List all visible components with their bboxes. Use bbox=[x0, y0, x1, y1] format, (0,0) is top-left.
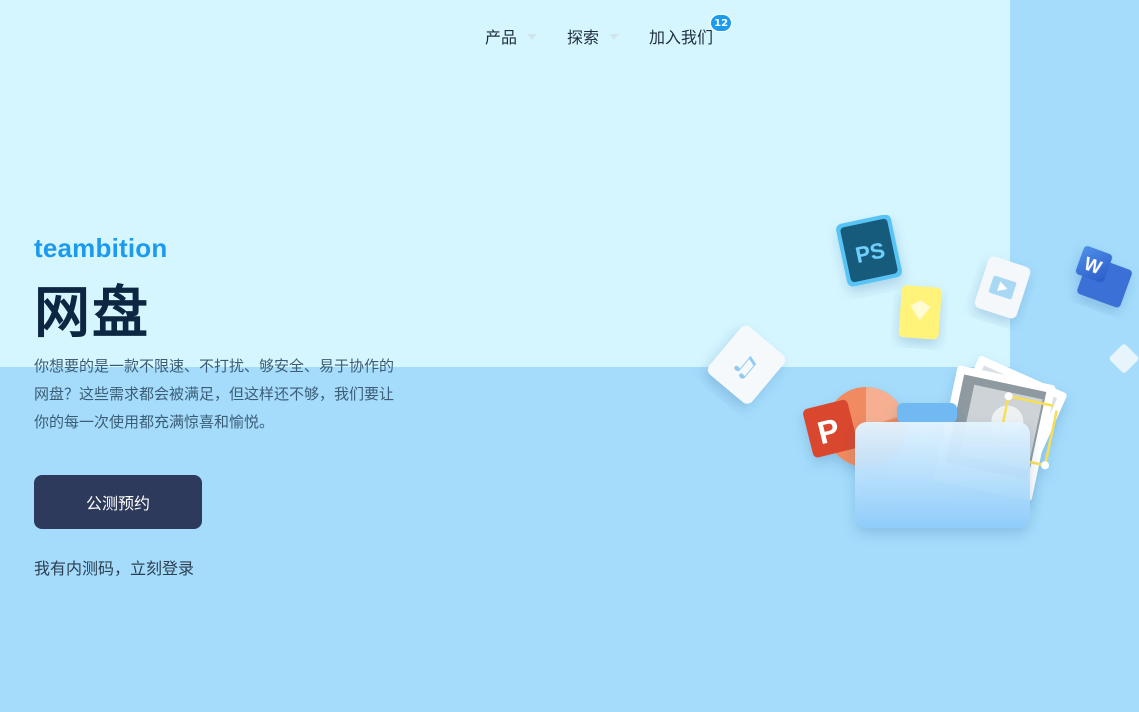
chevron-down-icon bbox=[527, 34, 538, 40]
chevron-down-icon bbox=[609, 34, 620, 40]
nav-item-explore[interactable]: 探索 bbox=[567, 24, 620, 48]
nav-item-label: 加入我们 bbox=[649, 28, 714, 47]
nav-item-products[interactable]: 产品 bbox=[485, 24, 538, 48]
video-file-icon bbox=[974, 256, 1031, 319]
hero-description: 你想要的是一款不限速、不打扰、够安全、易于协作的网盘？这些需求都会被满足，但这样… bbox=[34, 357, 395, 431]
music-file-icon: ♫ bbox=[708, 325, 786, 404]
invite-code-login-link[interactable]: 我有内测码，立刻登录 bbox=[34, 555, 194, 579]
page-title: 网盘 bbox=[34, 281, 150, 346]
brand-logo-text: teambition bbox=[34, 233, 168, 263]
photoshop-file-icon: PS bbox=[836, 215, 902, 287]
nav-item-join-us[interactable]: 加入我们 12 bbox=[649, 14, 733, 48]
nav-item-label: 产品 bbox=[485, 28, 518, 47]
file-illustration: PS W ♫ P bbox=[690, 215, 1139, 575]
nav-item-label: 探索 bbox=[567, 28, 600, 47]
notification-badge: 12 bbox=[710, 14, 733, 32]
word-file-icon: W bbox=[1075, 246, 1132, 308]
top-nav: 产品 探索 加入我们 12 bbox=[485, 14, 733, 50]
partial-file-icon bbox=[1109, 344, 1139, 373]
beta-reservation-button[interactable]: 公测预约 bbox=[34, 475, 202, 529]
sketch-file-icon bbox=[898, 285, 942, 340]
